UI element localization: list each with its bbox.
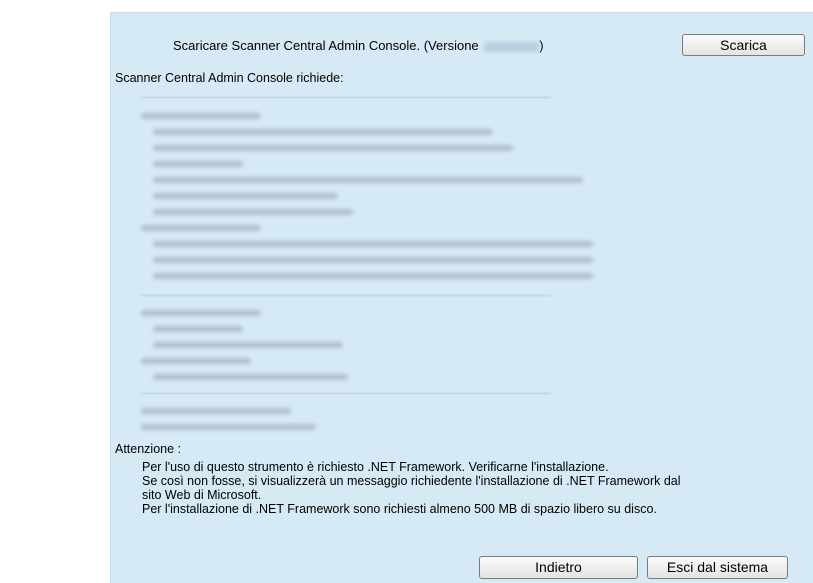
redacted-line	[153, 129, 493, 135]
attention-note-line: Se così non fosse, si visualizzerà un me…	[142, 474, 681, 488]
requirements-list-redacted	[141, 95, 621, 435]
separator	[141, 393, 551, 394]
attention-notes: Per l'uso di questo strumento è richiest…	[142, 460, 681, 516]
download-button[interactable]: Scarica	[682, 34, 805, 56]
attention-note-line: sito Web di Microsoft.	[142, 488, 262, 502]
redacted-line	[153, 145, 513, 151]
redacted-line	[141, 408, 291, 414]
separator	[141, 295, 551, 296]
redacted-line	[153, 374, 348, 380]
redacted-line	[141, 225, 261, 231]
redacted-line	[153, 193, 338, 199]
separator	[141, 97, 551, 98]
redacted-line	[153, 161, 243, 167]
download-title-text: Scaricare Scanner Central Admin Console.…	[173, 38, 483, 53]
download-panel: Scaricare Scanner Central Admin Console.…	[110, 12, 813, 583]
redacted-line	[153, 241, 593, 247]
redacted-line	[153, 257, 593, 263]
download-title-suffix: )	[539, 38, 544, 53]
redacted-line	[153, 342, 343, 348]
redacted-line	[141, 113, 261, 119]
back-button[interactable]: Indietro	[479, 556, 638, 579]
redacted-line	[153, 177, 583, 183]
redacted-line	[141, 424, 316, 430]
attention-note-line: Per l'uso di questo strumento è richiest…	[142, 460, 609, 474]
download-title: Scaricare Scanner Central Admin Console.…	[173, 38, 544, 53]
version-number-redacted	[484, 41, 540, 52]
redacted-line	[141, 310, 261, 316]
redacted-line	[153, 273, 593, 279]
redacted-line	[153, 326, 243, 332]
redacted-line	[141, 358, 251, 364]
attention-note-line: Per l'installazione di .NET Framework so…	[142, 502, 657, 516]
attention-title: Attenzione :	[115, 442, 182, 456]
redacted-line	[153, 209, 353, 215]
exit-button[interactable]: Esci dal sistema	[647, 556, 788, 579]
requirements-label: Scanner Central Admin Console richiede:	[115, 71, 344, 85]
